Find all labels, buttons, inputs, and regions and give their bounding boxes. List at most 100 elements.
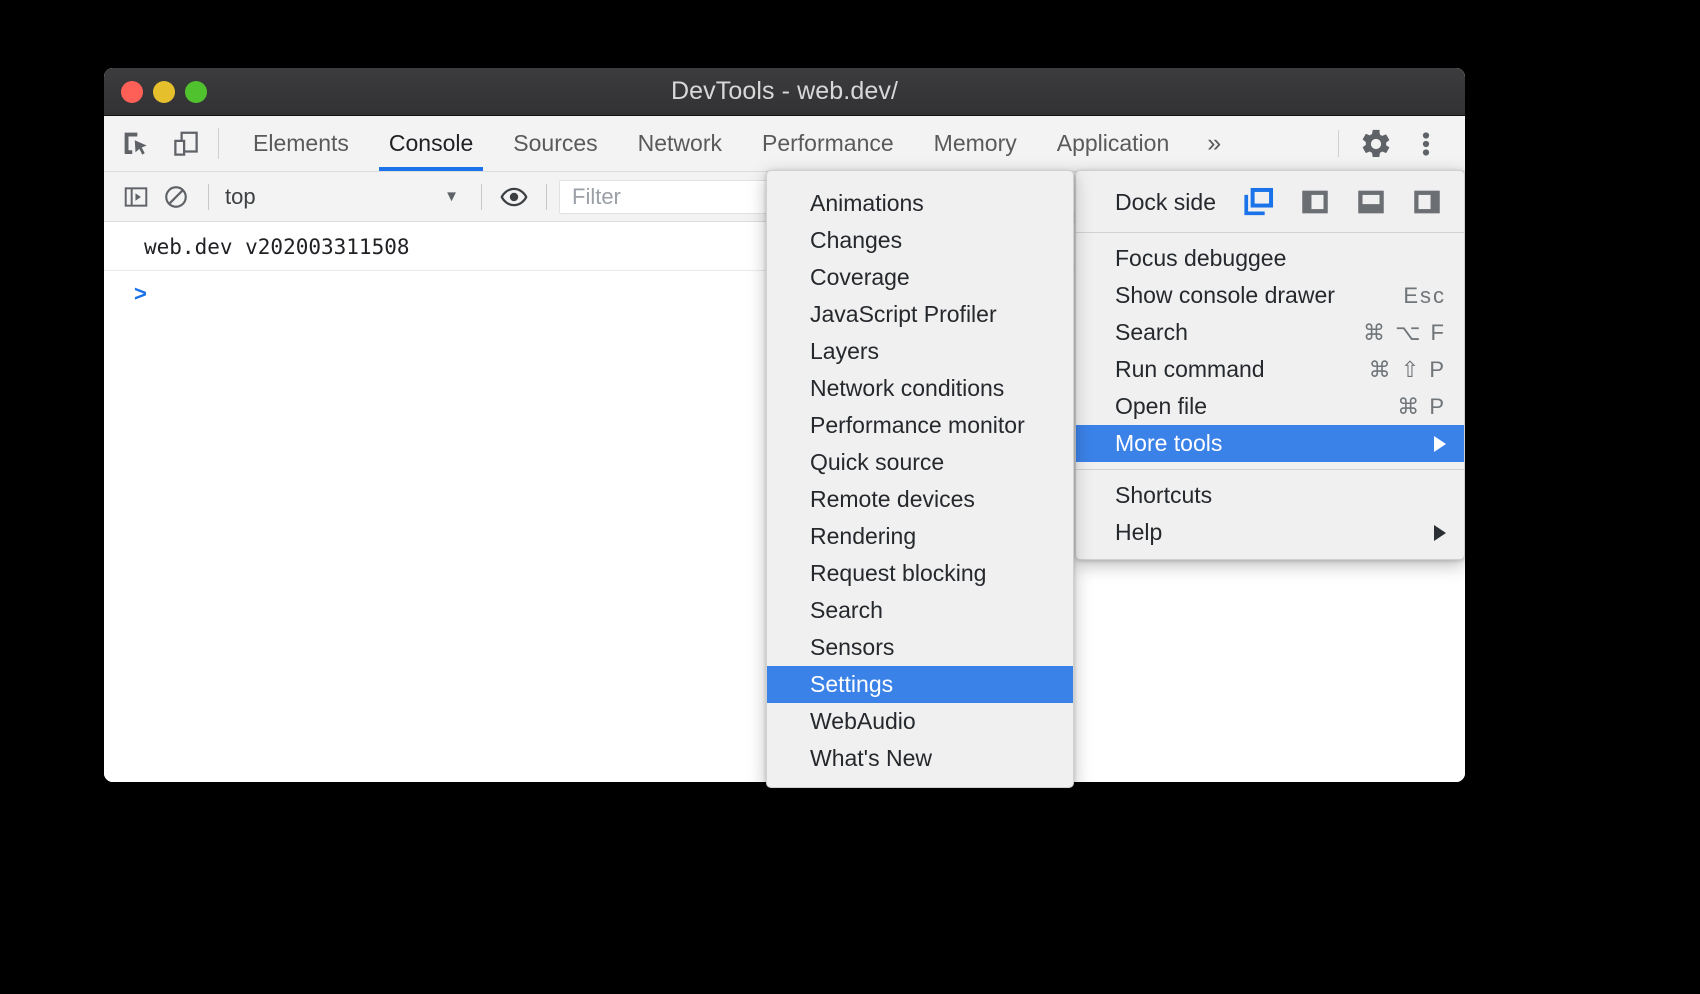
submenu-item-label: WebAudio: [810, 708, 1055, 735]
submenu-item-label: Rendering: [810, 523, 1055, 550]
submenu-item-label: Coverage: [810, 264, 1055, 291]
submenu-item-performance-monitor[interactable]: Performance monitor: [767, 407, 1073, 444]
submenu-item-layers[interactable]: Layers: [767, 333, 1073, 370]
window-titlebar: DevTools - web.dev/: [104, 68, 1465, 116]
submenu-item-label: Animations: [810, 190, 1055, 217]
submenu-item-label: Quick source: [810, 449, 1055, 476]
submenu-item-animations[interactable]: Animations: [767, 185, 1073, 222]
submenu-item-label: Network conditions: [810, 375, 1055, 402]
live-expression-eye-icon[interactable]: [494, 177, 534, 217]
tabbar-tool-icons: [104, 116, 204, 171]
undock-into-separate-window-icon[interactable]: [1242, 185, 1276, 219]
tabbar-divider: [218, 128, 219, 159]
tab-label: Application: [1057, 130, 1170, 157]
inspect-element-icon[interactable]: [118, 126, 154, 162]
tab-performance[interactable]: Performance: [742, 116, 914, 171]
device-toolbar-icon[interactable]: [168, 126, 204, 162]
console-toolbar-divider-3: [546, 184, 547, 210]
console-sidebar-icon[interactable]: [116, 177, 156, 217]
submenu-item-search[interactable]: Search: [767, 592, 1073, 629]
submenu-item-label: JavaScript Profiler: [810, 301, 1055, 328]
filter-placeholder: Filter: [572, 184, 621, 210]
menu-item-open-file[interactable]: Open file ⌘ P: [1076, 388, 1464, 425]
submenu-item-label: Performance monitor: [810, 412, 1055, 439]
submenu-item-label: Sensors: [810, 634, 1055, 661]
tab-console[interactable]: Console: [369, 116, 493, 171]
console-toolbar-divider: [208, 184, 209, 210]
submenu-item-request-blocking[interactable]: Request blocking: [767, 555, 1073, 592]
menu-item-shortcut: ⌘ ⌥ F: [1363, 320, 1446, 346]
submenu-item-coverage[interactable]: Coverage: [767, 259, 1073, 296]
menu-item-label: Search: [1115, 319, 1303, 346]
tab-elements[interactable]: Elements: [233, 116, 369, 171]
dock-side-row: Dock side: [1076, 179, 1464, 225]
menu-item-focus-debuggee[interactable]: Focus debuggee: [1076, 240, 1464, 277]
submenu-item-network-conditions[interactable]: Network conditions: [767, 370, 1073, 407]
more-tools-submenu: Animations Changes Coverage JavaScript P…: [766, 170, 1074, 788]
submenu-item-sensors[interactable]: Sensors: [767, 629, 1073, 666]
devtools-tabbar: Elements Console Sources Network Perform…: [104, 116, 1465, 172]
submenu-item-remote-devices[interactable]: Remote devices: [767, 481, 1073, 518]
tab-label: Console: [389, 130, 473, 157]
console-toolbar-divider-2: [481, 184, 482, 210]
menu-separator: [1076, 232, 1464, 233]
submenu-item-rendering[interactable]: Rendering: [767, 518, 1073, 555]
menu-item-shortcuts[interactable]: Shortcuts: [1076, 477, 1464, 514]
console-message-text: web.dev v202003311508: [144, 235, 410, 259]
submenu-item-whats-new[interactable]: What's New: [767, 740, 1073, 777]
dock-to-bottom-icon[interactable]: [1354, 185, 1388, 219]
submenu-item-label: What's New: [810, 745, 1055, 772]
execution-context-selector[interactable]: top ▼: [221, 184, 469, 210]
submenu-item-quick-source[interactable]: Quick source: [767, 444, 1073, 481]
tabbar-right-divider: [1338, 130, 1339, 157]
prompt-chevron-icon: >: [134, 281, 147, 307]
screenshot-root: DevTools - web.dev/: [0, 0, 1700, 994]
menu-item-label: Shortcuts: [1115, 482, 1446, 509]
menu-item-label: Show console drawer: [1115, 282, 1343, 309]
submenu-item-label: Changes: [810, 227, 1055, 254]
tab-application[interactable]: Application: [1037, 116, 1190, 171]
panel-tabs: Elements Console Sources Network Perform…: [233, 116, 1239, 171]
three-dots-vertical-icon[interactable]: [1403, 121, 1449, 167]
customize-devtools-menu: Dock side: [1075, 170, 1465, 560]
menu-item-shortcut: ⌘ P: [1397, 394, 1446, 420]
menu-item-label: Help: [1115, 519, 1404, 546]
submenu-arrow-icon: [1434, 525, 1446, 541]
submenu-item-changes[interactable]: Changes: [767, 222, 1073, 259]
dock-to-right-icon[interactable]: [1410, 185, 1444, 219]
window-title: DevTools - web.dev/: [104, 77, 1465, 106]
menu-item-label: Open file: [1115, 393, 1337, 420]
menu-item-label: Run command: [1115, 356, 1309, 383]
tab-memory[interactable]: Memory: [914, 116, 1037, 171]
tab-label: Sources: [513, 130, 597, 157]
tab-network[interactable]: Network: [618, 116, 742, 171]
submenu-item-label: Layers: [810, 338, 1055, 365]
dock-to-left-icon[interactable]: [1298, 185, 1332, 219]
submenu-item-settings[interactable]: Settings: [767, 666, 1073, 703]
submenu-item-label: Remote devices: [810, 486, 1055, 513]
menu-item-run-command[interactable]: Run command ⌘ ⇧ P: [1076, 351, 1464, 388]
tab-label: Network: [638, 130, 722, 157]
dock-side-label: Dock side: [1115, 189, 1216, 216]
gear-icon[interactable]: [1353, 121, 1399, 167]
more-tabs-chevron-icon[interactable]: »: [1189, 116, 1239, 171]
submenu-item-label: Request blocking: [810, 560, 1055, 587]
clear-console-icon[interactable]: [156, 177, 196, 217]
tab-label: Elements: [253, 130, 349, 157]
menu-item-shortcut: ⌘ ⇧ P: [1369, 357, 1446, 383]
menu-item-help[interactable]: Help: [1076, 514, 1464, 551]
tab-sources[interactable]: Sources: [493, 116, 617, 171]
menu-item-label: Focus debuggee: [1115, 245, 1386, 272]
execution-context-value: top: [225, 184, 256, 210]
tab-label: Performance: [762, 130, 894, 157]
menu-item-more-tools[interactable]: More tools: [1076, 425, 1464, 462]
menu-item-shortcut: Esc: [1403, 283, 1446, 309]
menu-item-show-console-drawer[interactable]: Show console drawer Esc: [1076, 277, 1464, 314]
menu-item-search[interactable]: Search ⌘ ⌥ F: [1076, 314, 1464, 351]
tab-label: Memory: [934, 130, 1017, 157]
submenu-item-webaudio[interactable]: WebAudio: [767, 703, 1073, 740]
menu-item-label: More tools: [1115, 430, 1404, 457]
submenu-item-javascript-profiler[interactable]: JavaScript Profiler: [767, 296, 1073, 333]
submenu-item-label: Settings: [810, 671, 1055, 698]
chevron-down-icon: ▼: [444, 188, 459, 205]
